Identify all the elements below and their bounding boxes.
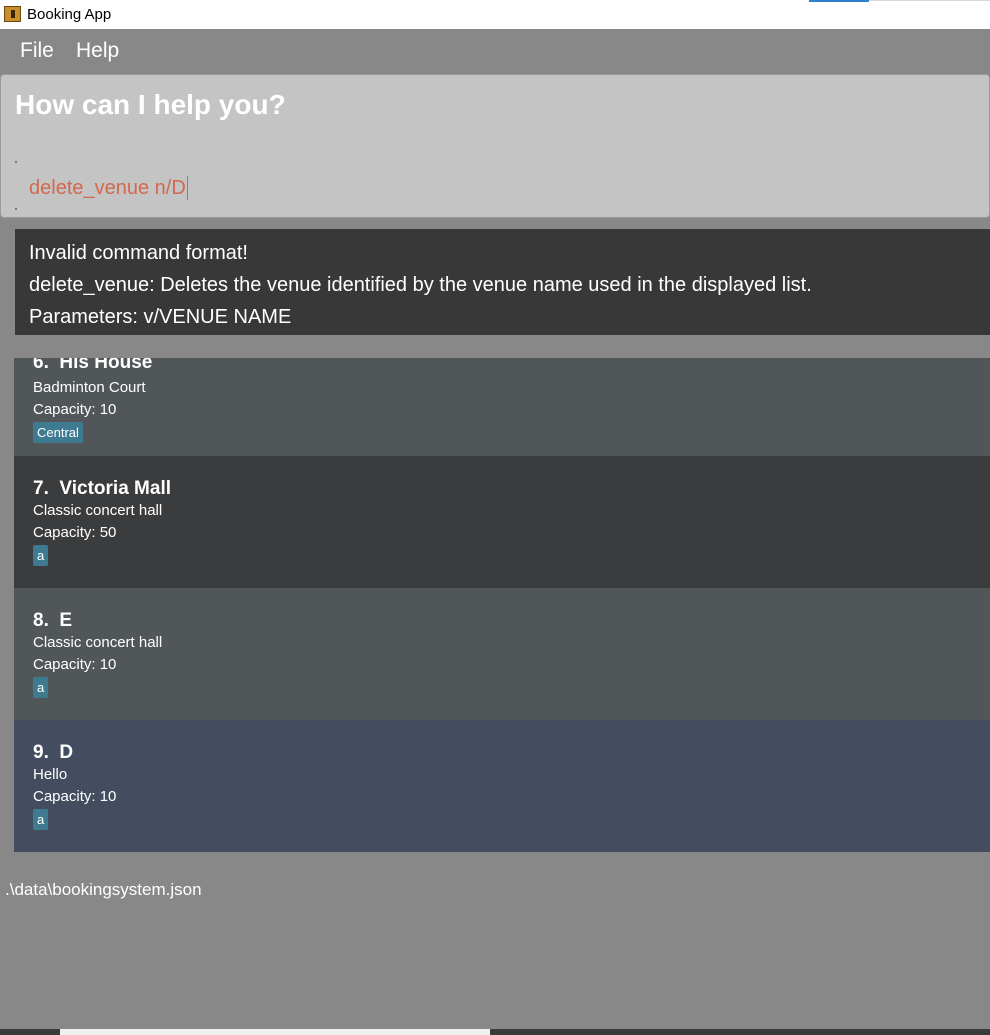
venue-capacity: Capacity: 10: [33, 656, 117, 673]
result-display: Invalid command format! delete_venue: De…: [15, 229, 990, 335]
venue-title: 6. His House: [33, 358, 990, 374]
menu-bar: File Help: [0, 29, 990, 73]
menu-file[interactable]: File: [20, 39, 54, 63]
field-corner-mark: [15, 208, 17, 210]
window-title: Booking App: [27, 6, 112, 23]
venue-index: 9.: [33, 742, 49, 763]
venue-tag: a: [33, 545, 49, 566]
command-box[interactable]: How can I help you? delete_venue n/D: [0, 74, 990, 218]
venue-title: 7. Victoria Mall: [33, 478, 990, 500]
venue-tag: a: [33, 809, 49, 830]
venue-card[interactable]: 7. Victoria Mall Classic concert hall Ca…: [14, 456, 990, 588]
venue-capacity: Capacity: 50: [33, 524, 117, 541]
result-line: delete_venue: Deletes the venue identifi…: [29, 274, 812, 296]
titlebar-accent: [809, 0, 869, 2]
menu-help[interactable]: Help: [76, 39, 119, 63]
window-titlebar: Booking App: [0, 0, 990, 29]
titlebar-divider: [869, 0, 990, 1]
venue-name: D: [59, 742, 74, 763]
venue-name: His House: [59, 358, 153, 373]
command-input-value: delete_venue n/D: [29, 176, 186, 199]
venue-name: Victoria Mall: [59, 478, 172, 499]
venue-description: Classic concert hall: [33, 634, 163, 651]
venue-tag: a: [33, 677, 49, 698]
venue-title: 8. E: [33, 610, 990, 632]
text-caret: [186, 176, 188, 200]
venue-capacity: Capacity: 10: [33, 401, 117, 418]
venue-name: E: [59, 610, 73, 631]
bottom-edge-highlight: [60, 1029, 490, 1035]
venue-description: Classic concert hall: [33, 502, 163, 519]
command-input[interactable]: delete_venue n/D: [29, 176, 188, 200]
status-file-path: .\data\bookingsystem.json: [5, 880, 202, 899]
venue-tag: Central: [33, 422, 83, 443]
venue-capacity: Capacity: 10: [33, 788, 117, 805]
app-icon: [4, 6, 21, 22]
venue-card[interactable]: 6. His House Badminton Court Capacity: 1…: [14, 358, 990, 456]
command-prompt: How can I help you?: [15, 89, 286, 120]
venue-card[interactable]: 8. E Classic concert hall Capacity: 10 a: [14, 588, 990, 720]
venue-title: 9. D: [33, 742, 990, 764]
venue-card-selected[interactable]: 9. D Hello Capacity: 10 a: [14, 720, 990, 852]
venue-index: 8.: [33, 610, 49, 631]
venue-index: 7.: [33, 478, 49, 499]
venue-description: Hello: [33, 766, 68, 783]
field-corner-mark: [15, 161, 17, 163]
venue-list[interactable]: 6. His House Badminton Court Capacity: 1…: [14, 358, 990, 858]
result-line: Invalid command format!: [29, 242, 248, 264]
result-line: Parameters: v/VENUE NAME: [29, 306, 292, 328]
venue-description: Badminton Court: [33, 379, 146, 396]
venue-index: 6.: [33, 358, 49, 373]
